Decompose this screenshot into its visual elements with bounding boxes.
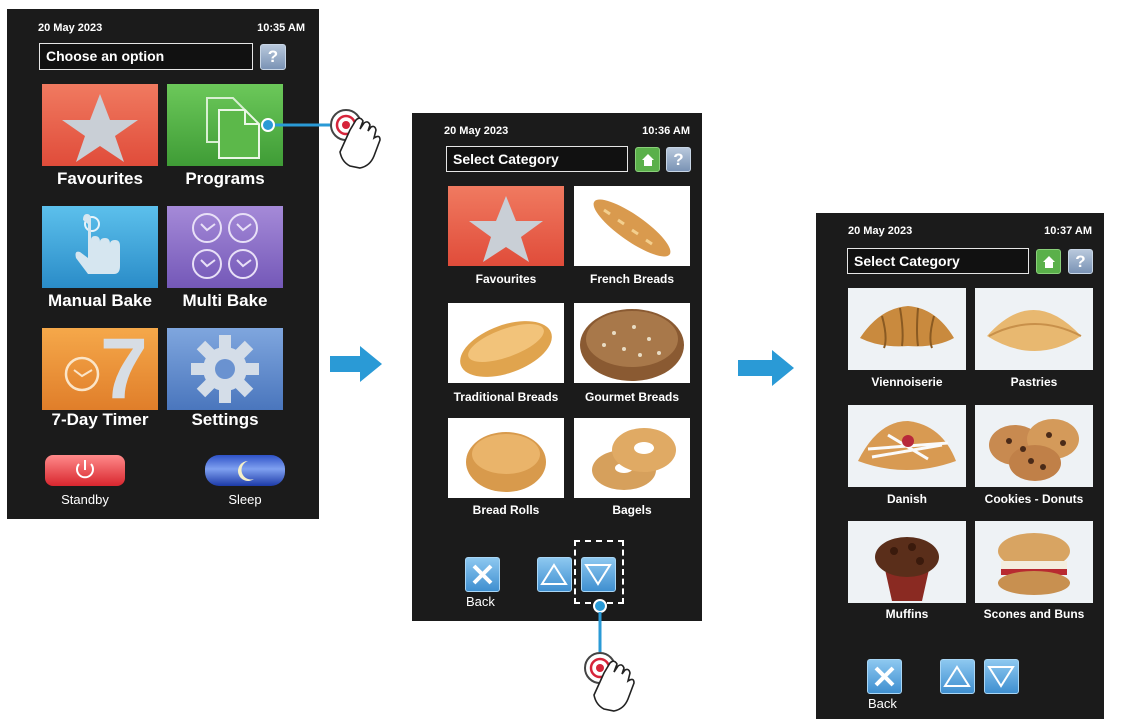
settings-tile[interactable] bbox=[167, 328, 283, 410]
home-icon bbox=[641, 153, 654, 166]
danish-label: Danish bbox=[886, 492, 927, 506]
hand-pointer-icon bbox=[75, 214, 120, 274]
page-title: Select Category bbox=[847, 248, 1029, 274]
time-label: 10:37 AM bbox=[1044, 225, 1092, 237]
date-label: 20 May 2023 bbox=[848, 225, 913, 237]
moon-icon bbox=[238, 461, 254, 481]
cookies-image bbox=[989, 419, 1079, 481]
gourmet-breads-label: Gourmet Breads bbox=[584, 390, 680, 404]
muffin-image bbox=[875, 537, 939, 601]
pastries-tile[interactable] bbox=[975, 288, 1093, 370]
bread-roll-image bbox=[466, 432, 546, 492]
baguette-image bbox=[593, 199, 671, 257]
back-button[interactable] bbox=[867, 659, 902, 694]
seven-day-timer-tile[interactable]: 7 bbox=[42, 328, 158, 410]
select-category-screen-1: 20 May 2023 10:36 AM Select Category ? F… bbox=[412, 113, 702, 621]
pastry-image bbox=[987, 310, 1082, 351]
gear-icon bbox=[191, 335, 259, 403]
help-icon: ? bbox=[1075, 251, 1086, 271]
scones-and-buns-tile[interactable] bbox=[975, 521, 1093, 603]
flow-arrow-right-icon bbox=[738, 350, 794, 386]
scone-image bbox=[998, 533, 1070, 595]
back-label: Back bbox=[466, 594, 495, 609]
french-breads-tile[interactable] bbox=[574, 186, 690, 266]
home-button[interactable] bbox=[1036, 249, 1061, 274]
viennoiserie-label: Viennoiserie bbox=[871, 375, 943, 389]
multi-bake-tile[interactable] bbox=[167, 206, 283, 288]
danish-pastry-image bbox=[858, 421, 956, 470]
multi-bake-label: Multi Bake bbox=[182, 291, 268, 310]
help-icon: ? bbox=[673, 149, 684, 169]
help-button[interactable]: ? bbox=[260, 44, 286, 70]
bagel-image bbox=[592, 428, 676, 490]
seeded-bread-image bbox=[580, 309, 684, 381]
help-button[interactable]: ? bbox=[666, 147, 691, 172]
danish-tile[interactable] bbox=[848, 405, 966, 487]
date-label: 20 May 2023 bbox=[38, 22, 103, 34]
scroll-up-button[interactable] bbox=[537, 557, 572, 592]
triangle-up-icon bbox=[943, 665, 971, 687]
main-menu-screen: 20 May 2023 10:35 AM Choose an option ? … bbox=[7, 9, 319, 519]
standby-button[interactable] bbox=[45, 455, 125, 486]
flow-arrow-right-icon bbox=[330, 346, 382, 382]
loaf-image bbox=[460, 321, 552, 377]
standby-label: Standby bbox=[61, 492, 109, 507]
tap-indicator bbox=[261, 109, 381, 169]
scroll-up-button[interactable] bbox=[940, 659, 975, 694]
tap-indicator bbox=[584, 599, 635, 712]
gourmet-breads-tile[interactable] bbox=[574, 303, 690, 383]
close-icon bbox=[472, 564, 493, 585]
scroll-down-button[interactable] bbox=[984, 659, 1019, 694]
traditional-breads-tile[interactable] bbox=[448, 303, 564, 383]
seven-day-timer-label: 7-Day Timer bbox=[51, 410, 149, 429]
select-category-screen-2: 20 May 2023 10:37 AM Select Category ? V… bbox=[816, 213, 1104, 719]
favourites-label: Favourites bbox=[475, 272, 537, 286]
star-icon bbox=[469, 196, 543, 262]
bread-rolls-label: Bread Rolls bbox=[472, 503, 540, 517]
bread-rolls-tile[interactable] bbox=[448, 418, 564, 498]
manual-bake-tile[interactable] bbox=[42, 206, 158, 288]
settings-label: Settings bbox=[191, 410, 259, 429]
sleep-label: Sleep bbox=[228, 492, 262, 507]
multi-clock-icon bbox=[192, 213, 258, 279]
page-title: Choose an option bbox=[39, 43, 253, 70]
cookies-donuts-label: Cookies - Donuts bbox=[984, 492, 1084, 506]
seven-glyph: 7 bbox=[100, 328, 148, 410]
bagels-tile[interactable] bbox=[574, 418, 690, 498]
triangle-down-icon bbox=[987, 666, 1015, 688]
power-icon bbox=[76, 460, 94, 479]
favourites-label: Favourites bbox=[57, 169, 143, 188]
scones-and-buns-label: Scones and Buns bbox=[983, 607, 1085, 621]
manual-bake-label: Manual Bake bbox=[48, 291, 152, 310]
pastries-label: Pastries bbox=[1010, 375, 1058, 389]
french-breads-label: French Breads bbox=[589, 272, 675, 286]
page-title: Select Category bbox=[446, 146, 628, 172]
help-icon: ? bbox=[267, 47, 279, 66]
home-icon bbox=[1042, 255, 1055, 268]
triangle-up-icon bbox=[540, 563, 568, 585]
sleep-button[interactable] bbox=[205, 455, 285, 486]
focus-highlight bbox=[574, 540, 624, 604]
traditional-breads-label: Traditional Breads bbox=[453, 390, 559, 404]
date-label: 20 May 2023 bbox=[444, 125, 509, 137]
bagels-label: Bagels bbox=[612, 503, 652, 517]
muffins-label: Muffins bbox=[885, 607, 929, 621]
cookies-donuts-tile[interactable] bbox=[975, 405, 1093, 487]
time-label: 10:35 AM bbox=[257, 22, 305, 34]
back-button[interactable] bbox=[465, 557, 500, 592]
time-label: 10:36 AM bbox=[642, 125, 690, 137]
croissant-image bbox=[860, 306, 954, 349]
close-icon bbox=[874, 666, 895, 687]
favourites-tile[interactable] bbox=[448, 186, 564, 266]
back-label: Back bbox=[868, 696, 897, 711]
muffins-tile[interactable] bbox=[848, 521, 966, 603]
help-button[interactable]: ? bbox=[1068, 249, 1093, 274]
favourites-tile[interactable] bbox=[42, 84, 158, 166]
viennoiserie-tile[interactable] bbox=[848, 288, 966, 370]
home-button[interactable] bbox=[635, 147, 660, 172]
star-icon bbox=[62, 94, 138, 162]
